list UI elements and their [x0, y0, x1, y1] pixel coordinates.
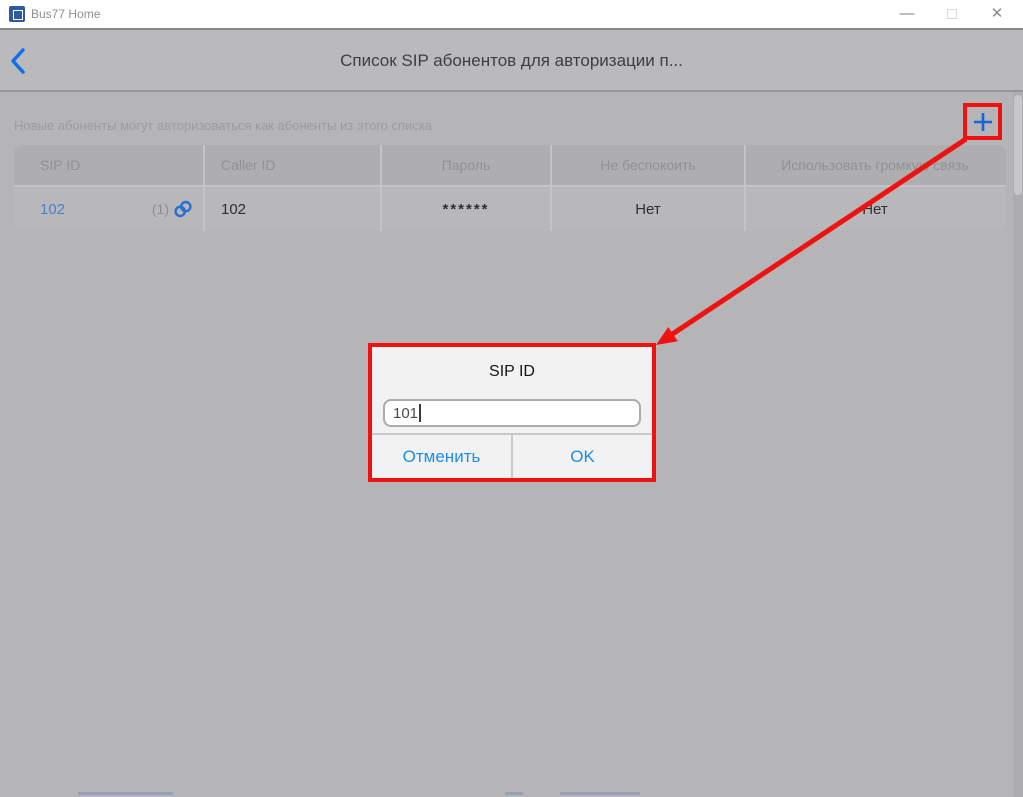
- cell-password: ******: [382, 187, 552, 231]
- window-title: Bus77 Home: [31, 0, 100, 28]
- minimize-button[interactable]: —: [892, 0, 922, 28]
- nav-header: Список SIP абонентов для авторизации п..…: [0, 30, 1023, 92]
- col-header-password: Пароль: [382, 145, 552, 185]
- cell-dnd: Нет: [552, 187, 746, 231]
- app-window: Bus77 Home — ✕ Список SIP абонентов для …: [0, 0, 1023, 797]
- maximize-icon: [947, 9, 957, 19]
- cell-caller-id: 102: [205, 187, 382, 231]
- ok-button[interactable]: OK: [513, 435, 652, 478]
- maximize-button[interactable]: [937, 0, 967, 28]
- dialog-title: SIP ID: [372, 347, 652, 391]
- annotation-box-add: [963, 103, 1002, 140]
- title-bar: Bus77 Home — ✕: [0, 0, 1023, 28]
- table-row[interactable]: 102 (1) 102 ****** Нет Нет: [14, 187, 1006, 231]
- sip-id-input-value: 101: [393, 405, 418, 422]
- scrollbar-thumb[interactable]: [1014, 95, 1022, 195]
- sip-id-link[interactable]: 102: [40, 201, 65, 218]
- col-header-speakerphone: Использовать громкую связь: [746, 145, 1004, 185]
- annotation-box-dialog: SIP ID 101 Отменить OK: [368, 343, 656, 482]
- chain-link-icon[interactable]: [173, 199, 193, 219]
- sip-id-extra: (1): [152, 199, 193, 219]
- plus-icon: [972, 111, 994, 133]
- add-subscriber-button[interactable]: [967, 107, 998, 136]
- col-header-dnd: Не беспокоить: [552, 145, 746, 185]
- cell-sip-id: 102 (1): [14, 187, 205, 231]
- cancel-button[interactable]: Отменить: [372, 435, 513, 478]
- text-caret: [419, 404, 421, 422]
- sip-id-input[interactable]: 101: [383, 399, 641, 427]
- cell-speakerphone: Нет: [746, 187, 1004, 231]
- close-button[interactable]: ✕: [982, 0, 1012, 28]
- hint-text: Новые абоненты могут авторизоваться как …: [14, 118, 432, 133]
- bottom-cutoff-artifact: [0, 790, 1023, 797]
- sip-id-dialog: SIP ID 101 Отменить OK: [372, 347, 652, 478]
- page-title: Список SIP абонентов для авторизации п..…: [0, 30, 1023, 92]
- close-icon: ✕: [991, 5, 1004, 22]
- minimize-icon: —: [900, 5, 915, 22]
- col-header-caller-id: Caller ID: [205, 145, 382, 185]
- sip-subscribers-table: SIP ID Caller ID Пароль Не беспокоить Ис…: [14, 145, 1006, 231]
- app-logo-icon: [9, 6, 25, 22]
- dialog-button-row: Отменить OK: [372, 433, 652, 478]
- vertical-scrollbar[interactable]: [1013, 92, 1023, 797]
- registration-count: (1): [152, 201, 169, 217]
- table-header-row: SIP ID Caller ID Пароль Не беспокоить Ис…: [14, 145, 1006, 187]
- col-header-sip-id: SIP ID: [14, 145, 205, 185]
